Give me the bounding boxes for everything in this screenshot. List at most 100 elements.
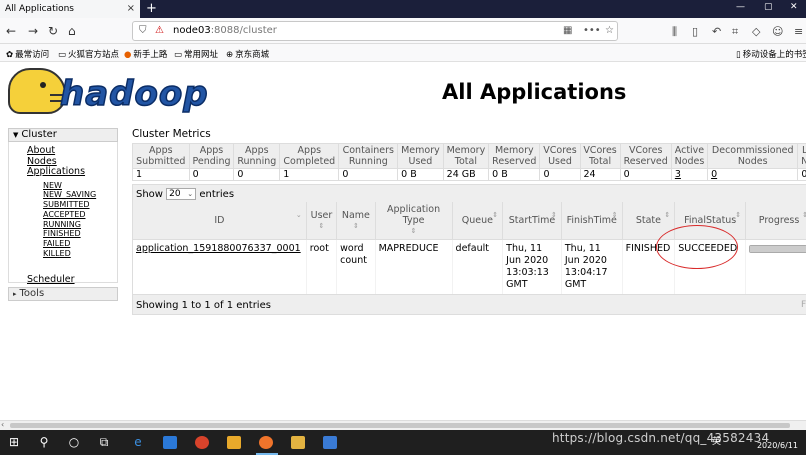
state-link-accepted[interactable]: ACCEPTED (43, 210, 117, 220)
decommissioned-nodes-link[interactable]: 0 (711, 169, 717, 180)
scroll-left-icon[interactable]: ‹ (1, 420, 4, 429)
state-link-new[interactable]: NEW (43, 181, 117, 191)
taskbar-date[interactable]: 2020/6/11 (757, 441, 798, 450)
reload-icon[interactable]: ↻ (48, 24, 58, 38)
file-explorer-icon[interactable] (291, 436, 305, 449)
state-link-killed[interactable]: KILLED (43, 249, 117, 259)
bookmark-jd[interactable]: ⊕ 京东商城 (226, 48, 269, 60)
minimize-icon[interactable]: — (736, 2, 745, 12)
bookmark-mobile[interactable]: ▯ 移动设备上的书签 (736, 48, 806, 60)
table-footer: Showing 1 to 1 of 1 entries Fi (133, 294, 806, 314)
column-header-id[interactable]: ID ⌄ (133, 202, 307, 240)
close-window-icon[interactable]: ✕ (790, 2, 798, 12)
edge-icon[interactable]: e (130, 435, 146, 450)
new-tab-button[interactable]: + (146, 0, 160, 18)
triangle-down-icon: ▼ (13, 131, 19, 139)
screenshot-icon[interactable]: ⌗ (732, 25, 738, 39)
metrics-value-cell: 3 (670, 168, 709, 181)
sidebar-cluster-header[interactable]: ▼ Cluster (8, 128, 118, 142)
bookmarks-bar: ✿ 最常访问 ▭ 火狐官方站点 ● 新手上路 ▭ 常用网址 ⊕ 京东商城 ▯ 移动设备上的书… (0, 44, 806, 62)
cortana-icon[interactable]: ○ (66, 435, 82, 450)
state-link-submitted[interactable]: SUBMITTED (43, 200, 117, 210)
metrics-value-cell: 0 B (488, 168, 541, 181)
qr-code-icon[interactable]: ▦ (563, 25, 572, 36)
maximize-icon[interactable]: ▢ (764, 2, 773, 12)
extension-icon[interactable]: ◇ (752, 25, 760, 38)
application-id-link[interactable]: application_1591880076337_0001 (136, 243, 301, 254)
sort-icon: ⌄ (295, 211, 302, 219)
horizontal-scrollbar[interactable]: ‹ (0, 420, 806, 430)
sidebar-link-applications[interactable]: Applications (27, 166, 117, 178)
sort-icon: ⇕ (551, 211, 557, 219)
column-header-progress[interactable]: Progress ⇕ (745, 202, 806, 240)
firefox-icon: ● (124, 50, 132, 60)
entries-select[interactable]: 20 ⌄ (166, 188, 197, 200)
url-text[interactable]: node03:8088/cluster (173, 25, 277, 36)
home-icon[interactable]: ⌂ (68, 24, 76, 38)
state-link-finished[interactable]: FINISHED (43, 229, 117, 239)
metrics-header-cell: VCores Used (539, 143, 581, 169)
metrics-header-cell: Memory Total (442, 143, 490, 169)
metrics-header-cell: Memory Reserved (488, 143, 541, 169)
bookmark-getting-started[interactable]: ● 新手上路 (124, 48, 167, 60)
windows-taskbar: ⊞ ⚲ ○ ⧉ e https://blog.csdn.net/qq_43582… (0, 430, 806, 455)
state-link-failed[interactable]: FAILED (43, 239, 117, 249)
task-view-icon[interactable]: ⧉ (96, 435, 112, 450)
active-nodes-link[interactable]: 3 (675, 169, 681, 180)
chevron-down-icon: ⌄ (187, 190, 194, 198)
firefox-taskbar-icon[interactable] (259, 436, 273, 449)
insecure-lock-icon[interactable]: ⚠ (155, 25, 164, 36)
sidebar-link-scheduler[interactable]: Scheduler (27, 274, 75, 286)
watermark-text: https://blog.csdn.net/qq_43582434 (552, 431, 770, 445)
column-header-user[interactable]: User ⇕ (306, 202, 338, 240)
app-icon-blue[interactable] (163, 436, 177, 449)
state-link-running[interactable]: RUNNING (43, 220, 117, 230)
app-icon-red[interactable] (195, 436, 209, 449)
sidebar-link-about[interactable]: About (27, 145, 117, 157)
column-header-finishtime[interactable]: FinishTime ⇕ (561, 202, 623, 240)
metrics-value-cell: 0 (619, 168, 672, 181)
hadoop-logo[interactable]: hadoop (8, 68, 208, 116)
sidebar-tools-header[interactable]: ▸ Tools (8, 287, 118, 301)
app-icon-yellow[interactable] (227, 436, 241, 449)
column-header-starttime[interactable]: StartTime ⇕ (502, 202, 562, 240)
sort-icon: ⇕ (318, 221, 325, 230)
column-header-queue[interactable]: Queue ⇕ (452, 202, 504, 240)
shield-icon[interactable]: ⛉ (139, 25, 147, 36)
page-actions-icon[interactable]: ••• (583, 25, 601, 36)
library-icon[interactable]: ⫼ (672, 25, 677, 39)
sort-icon: ⇕ (492, 211, 499, 219)
bookmark-firefox-site[interactable]: ▭ 火狐官方站点 (58, 48, 119, 60)
bookmark-common-sites[interactable]: ▭ 常用网址 (174, 48, 218, 60)
url-bar[interactable]: ⛉ ⚠ node03:8088/cluster ▦ ••• ☆ (132, 21, 618, 41)
undo-icon[interactable]: ↶ (712, 25, 721, 38)
search-icon[interactable]: ⚲ (36, 435, 52, 450)
back-icon[interactable]: ← (6, 24, 16, 38)
state-link-new-saving[interactable]: NEW_SAVING (43, 190, 117, 200)
scrollbar-thumb[interactable] (10, 423, 790, 428)
cell-queue: default (452, 239, 504, 294)
metrics-header-cell: VCores Reserved (619, 143, 672, 169)
sort-icon: ⇕ (611, 211, 618, 219)
annotation-circle (656, 225, 738, 269)
browser-tab-bar: All Applications × + — ▢ ✕ (0, 0, 806, 18)
metrics-value-cell: 0 (707, 168, 799, 181)
metrics-value-cell: 0 B (397, 168, 444, 181)
column-header-name[interactable]: Name ⇕ (336, 202, 376, 240)
account-icon[interactable]: ☺ (772, 25, 783, 38)
app-icon-vm[interactable] (323, 436, 337, 449)
menu-icon[interactable]: ≡ (794, 25, 803, 38)
cell-user: root (306, 239, 338, 294)
pager-first-button[interactable]: Fi (801, 300, 806, 310)
elephant-icon (8, 68, 68, 114)
forward-icon[interactable]: → (28, 24, 38, 38)
bookmark-most-visited[interactable]: ✿ 最常访问 (6, 48, 49, 60)
close-icon[interactable]: × (127, 3, 135, 14)
sidebar-icon[interactable]: ▯ (692, 25, 698, 38)
metrics-value-cell: 0 (797, 168, 806, 181)
bookmark-star-icon[interactable]: ☆ (605, 25, 614, 36)
tab-all-applications[interactable]: All Applications × (0, 0, 140, 18)
tray-ime[interactable]: 英 (712, 434, 721, 447)
windows-start-icon[interactable]: ⊞ (6, 435, 22, 450)
column-header-application-type[interactable]: Application Type ⇕ (375, 202, 453, 240)
